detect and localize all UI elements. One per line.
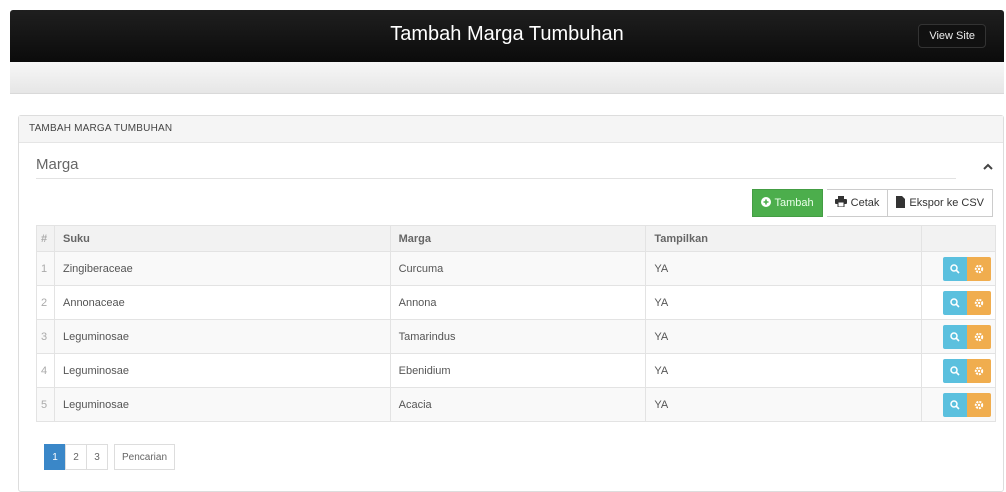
cell-suku: Annonaceae xyxy=(53,285,391,320)
row-number: 4 xyxy=(36,353,55,388)
export-csv-button[interactable]: Ekspor ke CSV xyxy=(888,189,993,217)
top-navbar: Tambah Marga Tumbuhan View Site xyxy=(10,10,1004,62)
view-site-button[interactable]: View Site xyxy=(918,24,986,48)
cell-tampilkan: YA xyxy=(645,251,923,286)
gear-icon xyxy=(974,366,984,375)
column-header-actions xyxy=(921,225,996,252)
table-header-row: # Suku Marga Tampilkan xyxy=(36,225,996,252)
gear-icon xyxy=(974,264,984,273)
row-actions xyxy=(921,251,996,286)
cell-marga: Annona xyxy=(389,285,647,320)
search-icon xyxy=(950,331,960,342)
page-link-3[interactable]: 3 xyxy=(86,444,108,470)
column-header[interactable]: Suku xyxy=(53,225,391,252)
view-button[interactable] xyxy=(943,290,967,315)
plus-circle-icon xyxy=(760,196,771,210)
export-label: Ekspor ke CSV xyxy=(909,197,984,209)
page-link-2[interactable]: 2 xyxy=(65,444,87,470)
print-icon xyxy=(834,196,847,210)
cell-suku: Leguminosae xyxy=(53,319,391,354)
gear-icon xyxy=(974,400,984,409)
view-button[interactable] xyxy=(943,256,967,281)
view-button[interactable] xyxy=(943,324,967,349)
chevron-up-icon[interactable] xyxy=(983,160,993,174)
cell-suku: Leguminosae xyxy=(53,387,391,422)
row-number: 2 xyxy=(36,285,55,320)
add-button[interactable]: Tambah xyxy=(751,189,823,217)
cell-marga: Tamarindus xyxy=(389,319,647,354)
sub-navbar xyxy=(10,62,1004,94)
row-actions xyxy=(921,319,996,354)
section-legend: Marga xyxy=(36,156,79,173)
table-row: 1 Zingiberaceae Curcuma YA xyxy=(36,251,996,286)
column-header[interactable]: Tampilkan xyxy=(645,225,923,252)
legend-divider xyxy=(36,178,956,179)
edit-button[interactable] xyxy=(967,392,991,417)
gear-icon xyxy=(974,332,984,341)
marga-table: # Suku Marga Tampilkan 1 Zingiberaceae C… xyxy=(36,225,996,422)
add-label: Tambah xyxy=(774,197,814,209)
search-icon xyxy=(950,263,960,274)
cell-marga: Ebenidium xyxy=(389,353,647,388)
pagination: 1 2 3 Pencarian xyxy=(44,444,176,470)
view-button[interactable] xyxy=(943,358,967,383)
row-actions xyxy=(921,285,996,320)
page-title: Tambah Marga Tumbuhan xyxy=(390,23,624,45)
panel-heading: TAMBAH MARGA TUMBUHAN xyxy=(19,116,1003,143)
table-row: 4 Leguminosae Ebenidium YA xyxy=(36,353,996,388)
table-row: 2 Annonaceae Annona YA xyxy=(36,285,996,320)
column-header[interactable]: Marga xyxy=(389,225,647,252)
cell-tampilkan: YA xyxy=(645,387,923,422)
table-row: 3 Leguminosae Tamarindus YA xyxy=(36,319,996,354)
row-number: 5 xyxy=(36,387,55,422)
search-icon xyxy=(950,297,960,308)
cell-suku: Zingiberaceae xyxy=(53,251,391,286)
search-icon xyxy=(950,399,960,410)
table-toolbar: Tambah Cetak Ekspor ke CSV xyxy=(751,189,993,217)
page-link-1[interactable]: 1 xyxy=(44,444,66,470)
file-icon xyxy=(896,195,906,211)
print-button[interactable]: Cetak xyxy=(826,189,889,217)
row-number: 3 xyxy=(36,319,55,354)
row-number: 1 xyxy=(36,251,55,286)
form-panel: TAMBAH MARGA TUMBUHAN Marga Tambah Cetak… xyxy=(18,115,1004,492)
cell-suku: Leguminosae xyxy=(53,353,391,388)
gear-icon xyxy=(974,298,984,307)
row-actions xyxy=(921,353,996,388)
cell-tampilkan: YA xyxy=(645,353,923,388)
view-button[interactable] xyxy=(943,392,967,417)
table-row: 5 Leguminosae Acacia YA xyxy=(36,387,996,422)
edit-button[interactable] xyxy=(967,256,991,281)
column-header[interactable]: # xyxy=(36,225,55,252)
row-actions xyxy=(921,387,996,422)
search-link[interactable]: Pencarian xyxy=(114,444,176,470)
print-label: Cetak xyxy=(850,197,880,209)
search-icon xyxy=(950,365,960,376)
edit-button[interactable] xyxy=(967,324,991,349)
edit-button[interactable] xyxy=(967,358,991,383)
edit-button[interactable] xyxy=(967,290,991,315)
cell-tampilkan: YA xyxy=(645,285,923,320)
cell-tampilkan: YA xyxy=(645,319,923,354)
cell-marga: Curcuma xyxy=(389,251,647,286)
cell-marga: Acacia xyxy=(389,387,647,422)
